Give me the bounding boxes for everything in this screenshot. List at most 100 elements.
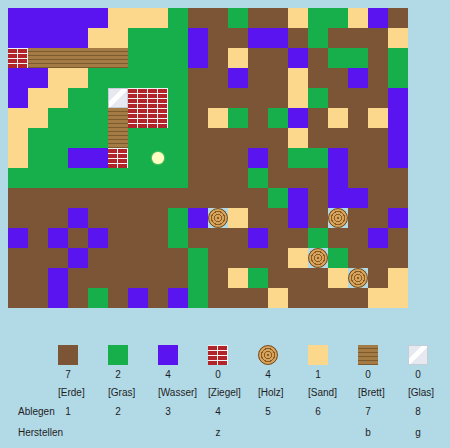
map-tile[interactable]	[68, 88, 88, 108]
map-tile[interactable]	[248, 288, 268, 308]
map-tile[interactable]	[248, 108, 268, 128]
map-tile[interactable]	[368, 8, 388, 28]
drop-key[interactable]: 8	[408, 406, 428, 417]
map-tile[interactable]	[368, 128, 388, 148]
map-tile[interactable]	[28, 248, 48, 268]
map-tile[interactable]	[108, 148, 128, 168]
drop-key[interactable]: 7	[358, 406, 378, 417]
map-tile[interactable]	[248, 88, 268, 108]
item-swatch[interactable]	[258, 345, 278, 365]
map-tile[interactable]	[68, 108, 88, 128]
map-tile[interactable]	[68, 68, 88, 88]
map-tile[interactable]	[328, 268, 348, 288]
map-tile[interactable]	[108, 8, 128, 28]
map-tile[interactable]	[148, 168, 168, 188]
map-tile[interactable]	[8, 188, 28, 208]
map-tile[interactable]	[188, 188, 208, 208]
map-tile[interactable]	[368, 88, 388, 108]
map-tile[interactable]	[68, 248, 88, 268]
map-tile[interactable]	[48, 108, 68, 128]
map-tile[interactable]	[348, 168, 368, 188]
map-tile[interactable]	[308, 8, 328, 28]
map-tile[interactable]	[228, 88, 248, 108]
map-tile[interactable]	[388, 168, 408, 188]
map-tile[interactable]	[268, 248, 288, 268]
map-tile[interactable]	[268, 8, 288, 28]
map-tile[interactable]	[8, 228, 28, 248]
map-tile[interactable]	[8, 288, 28, 308]
map-tile[interactable]	[148, 108, 168, 128]
map-tile[interactable]	[348, 148, 368, 168]
map-tile[interactable]	[248, 188, 268, 208]
map-tile[interactable]	[268, 288, 288, 308]
map-tile[interactable]	[288, 128, 308, 148]
map-tile[interactable]	[288, 228, 308, 248]
map-tile[interactable]	[148, 48, 168, 68]
map-tile[interactable]	[28, 128, 48, 148]
map-tile[interactable]	[188, 148, 208, 168]
map-tile[interactable]	[88, 88, 108, 108]
map-tile[interactable]	[88, 108, 108, 128]
map-tile[interactable]	[268, 108, 288, 128]
map-tile[interactable]	[28, 168, 48, 188]
map-tile[interactable]	[288, 148, 308, 168]
map-tile[interactable]	[228, 268, 248, 288]
map-tile[interactable]	[248, 48, 268, 68]
map-tile[interactable]	[348, 108, 368, 128]
map-tile[interactable]	[348, 248, 368, 268]
map-tile[interactable]	[228, 288, 248, 308]
map-tile[interactable]	[168, 228, 188, 248]
map-tile[interactable]	[108, 268, 128, 288]
map-tile[interactable]	[308, 228, 328, 248]
map-tile[interactable]	[208, 88, 228, 108]
map-tile[interactable]	[168, 8, 188, 28]
map-tile[interactable]	[28, 8, 48, 28]
map-tile[interactable]	[68, 268, 88, 288]
map-tile[interactable]	[48, 48, 68, 68]
map-tile[interactable]	[348, 228, 368, 248]
map-tile[interactable]	[208, 268, 228, 288]
map-tile[interactable]	[228, 8, 248, 28]
map-tile[interactable]	[328, 248, 348, 268]
map-tile[interactable]	[88, 28, 108, 48]
map-tile[interactable]	[68, 188, 88, 208]
map-tile[interactable]	[188, 128, 208, 148]
map-tile[interactable]	[108, 128, 128, 148]
map-tile[interactable]	[308, 48, 328, 68]
map-tile[interactable]	[8, 268, 28, 288]
map-tile[interactable]	[288, 248, 308, 268]
map-tile[interactable]	[48, 8, 68, 28]
map-tile[interactable]	[48, 248, 68, 268]
map-tile[interactable]	[88, 48, 108, 68]
map-tile[interactable]	[388, 68, 408, 88]
map-tile[interactable]	[268, 228, 288, 248]
map-tile[interactable]	[28, 228, 48, 248]
map-tile[interactable]	[68, 48, 88, 68]
map-tile[interactable]	[188, 28, 208, 48]
item-swatch[interactable]	[308, 345, 328, 365]
map-tile[interactable]	[348, 288, 368, 308]
map-tile[interactable]	[348, 8, 368, 28]
map-tile[interactable]	[128, 68, 148, 88]
map-tile[interactable]	[288, 108, 308, 128]
map-tile[interactable]	[328, 128, 348, 148]
map-tile[interactable]	[48, 268, 68, 288]
map-tile[interactable]	[328, 148, 348, 168]
map-tile[interactable]	[188, 68, 208, 88]
map-tile[interactable]	[228, 128, 248, 148]
map-tile[interactable]	[148, 268, 168, 288]
map-tile[interactable]	[148, 288, 168, 308]
map-tile[interactable]	[88, 248, 108, 268]
map-tile[interactable]	[8, 108, 28, 128]
map-tile[interactable]	[208, 108, 228, 128]
map-tile[interactable]	[128, 88, 148, 108]
map-tile[interactable]	[68, 28, 88, 48]
map-tile[interactable]	[108, 88, 128, 108]
map-tile[interactable]	[168, 168, 188, 188]
map-tile[interactable]	[288, 168, 308, 188]
map-tile[interactable]	[308, 28, 328, 48]
map-tile[interactable]	[228, 188, 248, 208]
map-tile[interactable]	[68, 8, 88, 28]
map-tile[interactable]	[168, 188, 188, 208]
map-tile[interactable]	[88, 168, 108, 188]
